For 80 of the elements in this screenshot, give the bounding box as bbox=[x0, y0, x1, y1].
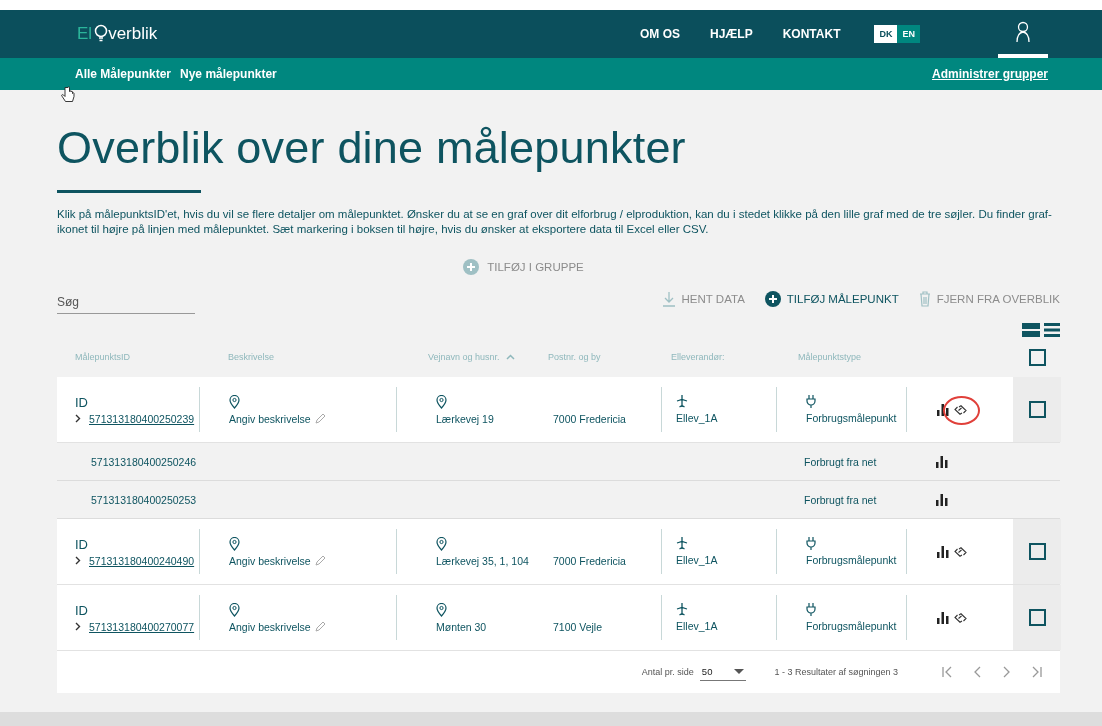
plus-circle-icon bbox=[764, 291, 781, 307]
nav-tab[interactable]: Nye målepunkter bbox=[180, 67, 277, 81]
meter-id-link[interactable]: 571313180400270077 bbox=[89, 620, 195, 633]
address-text: Lærkevej 35, 1, 104 bbox=[436, 554, 529, 567]
logo[interactable]: El verblik bbox=[77, 24, 158, 44]
meter-id-link[interactable]: 571313180400250239 bbox=[89, 412, 195, 425]
meter-type-text: Forbrugsmålepunkt bbox=[806, 620, 897, 632]
intro-text: Klik på målepunktsID'et, hvis du vil se flere detaljer om målepunktet. Ønsker du at se en graf over dit elforbrug / elproduktion, kan du i stedet klikke på den lille graf med de tre søjler. Du finder graf-ikonet til højre på linjen med målepunktet. Sæt markering i boksen til højre, hvis du ønsker at eksportere data til Excel eller CSV. bbox=[57, 207, 1053, 237]
expand-chevron-icon[interactable] bbox=[75, 414, 81, 423]
supplier-text: Ellev_1A bbox=[676, 620, 718, 632]
bar-chart-icon[interactable] bbox=[937, 545, 949, 558]
bar-chart-icon[interactable] bbox=[936, 493, 948, 506]
meter-type-text: Forbrugsmålepunkt bbox=[806, 554, 897, 566]
id-label: ID bbox=[75, 536, 89, 552]
city-text: 7000 Fredericia bbox=[553, 412, 626, 425]
trash-icon bbox=[918, 291, 931, 307]
address-text: Lærkevej 19 bbox=[436, 412, 494, 425]
next-page-icon[interactable] bbox=[1002, 666, 1010, 678]
language-toggle[interactable]: DK bbox=[874, 25, 898, 43]
nav-link[interactable]: HJÆLP bbox=[710, 27, 753, 41]
nav-tab[interactable]: Alle Målepunkter bbox=[75, 67, 172, 81]
link-icon[interactable] bbox=[954, 612, 967, 623]
sub-meter-type: Forbrugt fra net bbox=[804, 455, 877, 468]
list-view-icon[interactable] bbox=[1044, 323, 1060, 337]
location-pin-icon bbox=[229, 602, 240, 617]
id-label: ID bbox=[75, 394, 89, 410]
row-checkbox[interactable] bbox=[1028, 543, 1046, 560]
manage-groups-link[interactable]: Administrer grupper bbox=[932, 67, 1048, 81]
location-pin-icon bbox=[436, 394, 447, 409]
expand-chevron-icon[interactable] bbox=[75, 556, 81, 565]
location-pin-icon bbox=[229, 394, 240, 409]
description-text[interactable]: Angiv beskrivelse bbox=[229, 620, 311, 633]
row-checkbox[interactable] bbox=[1028, 401, 1046, 418]
previous-page-icon[interactable] bbox=[974, 666, 982, 678]
row-checkbox[interactable] bbox=[1028, 609, 1046, 626]
link-icon[interactable] bbox=[954, 404, 967, 415]
per-page-label: Antal pr. side bbox=[641, 667, 694, 677]
toolbar-button[interactable]: TILFØJ MÅLEPUNKT bbox=[764, 291, 899, 307]
bar-chart-icon[interactable] bbox=[937, 403, 949, 416]
last-page-icon[interactable] bbox=[1030, 666, 1042, 678]
results-text: 1 - 3 Resultater af søgningen 3 bbox=[774, 667, 898, 677]
airplane-icon bbox=[676, 603, 688, 616]
pointer-cursor-icon bbox=[61, 86, 75, 104]
language-toggle[interactable]: EN bbox=[897, 25, 920, 43]
id-label: ID bbox=[75, 602, 89, 618]
select-all-checkbox[interactable] bbox=[1028, 348, 1046, 366]
description-text[interactable]: Angiv beskrivelse bbox=[229, 554, 311, 567]
nav-link[interactable]: KONTAKT bbox=[782, 27, 841, 41]
plug-icon bbox=[806, 537, 816, 550]
bar-chart-icon[interactable] bbox=[937, 611, 949, 624]
supplier-text: Ellev_1A bbox=[676, 412, 718, 424]
search-field[interactable]: Søg bbox=[57, 291, 195, 314]
description-text[interactable]: Angiv beskrivelse bbox=[229, 412, 311, 425]
airplane-icon bbox=[676, 395, 688, 408]
per-page-select[interactable]: 50 bbox=[699, 663, 747, 681]
bar-chart-icon[interactable] bbox=[936, 455, 948, 468]
address-text: Mønten 30 bbox=[436, 620, 487, 633]
location-pin-icon bbox=[436, 536, 447, 551]
first-page-icon[interactable] bbox=[942, 666, 954, 678]
sub-meter-id[interactable]: 571313180400250246 bbox=[91, 455, 197, 468]
supplier-text: Ellev_1A bbox=[676, 554, 718, 566]
link-icon[interactable] bbox=[954, 546, 967, 557]
expand-chevron-icon[interactable] bbox=[75, 622, 81, 631]
location-pin-icon bbox=[436, 602, 447, 617]
plug-icon bbox=[806, 395, 816, 408]
page-title: Overblik over dine målepunkter bbox=[57, 122, 687, 174]
dropdown-caret-icon bbox=[734, 668, 745, 674]
plus-circle-icon bbox=[463, 259, 480, 275]
nav-link[interactable]: OM OS bbox=[640, 27, 680, 41]
meter-id-link[interactable]: 571313180400240490 bbox=[89, 554, 195, 567]
city-text: 7000 Fredericia bbox=[553, 554, 626, 567]
download-icon bbox=[661, 291, 676, 307]
sub-meter-id[interactable]: 571313180400250253 bbox=[91, 493, 197, 506]
sub-meter-type: Forbrugt fra net bbox=[804, 493, 877, 506]
plug-icon bbox=[806, 603, 816, 616]
airplane-icon bbox=[676, 537, 688, 550]
meter-type-text: Forbrugsmålepunkt bbox=[806, 412, 897, 424]
location-pin-icon bbox=[229, 536, 240, 551]
city-text: 7100 Vejle bbox=[553, 620, 603, 633]
card-view-icon[interactable] bbox=[1022, 323, 1040, 337]
